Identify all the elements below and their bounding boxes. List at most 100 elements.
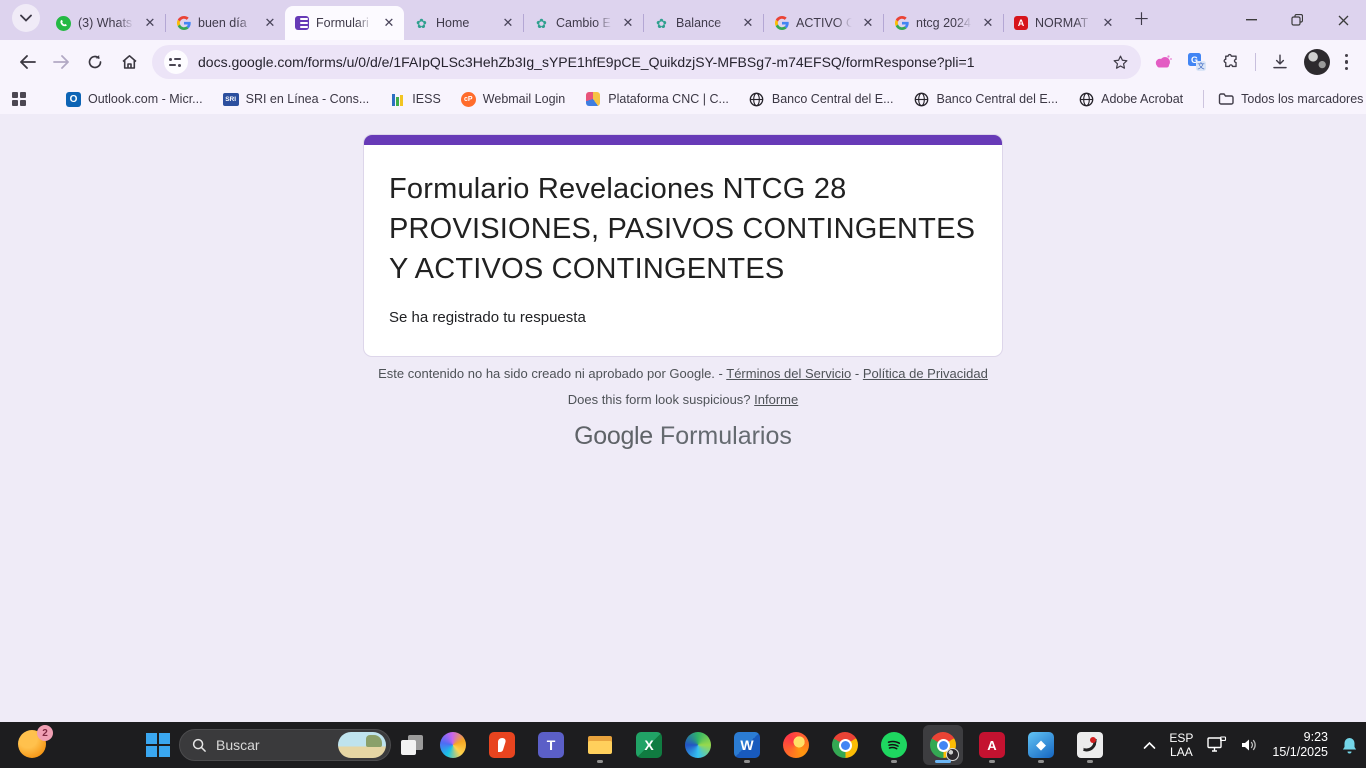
volume-icon[interactable] xyxy=(1240,737,1259,753)
privacy-policy-link[interactable]: Política de Privacidad xyxy=(863,366,988,381)
apps-grid-icon[interactable] xyxy=(12,92,26,106)
tab-search-button[interactable] xyxy=(12,4,40,32)
tab-close-icon[interactable]: ✕ xyxy=(740,15,756,31)
tab-cambio[interactable]: ✿ Cambio E ✕ xyxy=(524,6,643,40)
clock[interactable]: 9:23 15/1/2025 xyxy=(1272,730,1328,760)
webapp-flower-icon: ✿ xyxy=(534,16,549,31)
profile-avatar[interactable] xyxy=(1304,49,1330,75)
tab-ntcg[interactable]: ntcg 2024 ✕ xyxy=(884,6,1003,40)
home-button[interactable] xyxy=(112,45,146,79)
bookmark-adobe-acrobat[interactable]: Adobe Acrobat xyxy=(1078,91,1183,107)
terms-of-service-link[interactable]: Términos del Servicio xyxy=(726,366,851,381)
restore-button[interactable] xyxy=(1274,0,1320,40)
translate-icon[interactable]: G文 xyxy=(1188,53,1206,71)
tab-label: ACTIVO C xyxy=(796,16,853,30)
bookmark-sri[interactable]: SRI SRI en Línea - Cons... xyxy=(223,91,370,107)
tab-balance[interactable]: ✿ Balance ✕ xyxy=(644,6,763,40)
taskbar-app-teams[interactable]: T xyxy=(531,725,571,765)
taskbar-app-nitro-pdf[interactable] xyxy=(482,725,522,765)
google-forms-icon xyxy=(295,16,309,30)
tab-close-icon[interactable]: ✕ xyxy=(860,15,876,31)
taskbar-app-file-explorer[interactable] xyxy=(580,725,620,765)
site-info-icon[interactable] xyxy=(164,50,188,74)
close-window-button[interactable] xyxy=(1320,0,1366,40)
bookmark-outlook[interactable]: O Outlook.com - Micr... xyxy=(66,92,203,107)
nitro-pdf-icon xyxy=(489,732,515,758)
bookmark-iess[interactable]: IESS xyxy=(389,92,441,106)
tray-chevron-up-icon[interactable] xyxy=(1143,741,1156,750)
tab-home[interactable]: ✿ Home ✕ xyxy=(404,6,523,40)
back-button[interactable] xyxy=(10,45,44,79)
tab-close-icon[interactable]: ✕ xyxy=(142,15,158,31)
language-indicator[interactable]: ESP LAA xyxy=(1169,731,1193,759)
tab-close-icon[interactable]: ✕ xyxy=(500,15,516,31)
new-tab-button[interactable]: ＋ xyxy=(1133,5,1150,30)
bookmark-star-icon[interactable] xyxy=(1112,54,1129,71)
spotify-icon xyxy=(881,732,907,758)
extensions-puzzle-icon[interactable] xyxy=(1221,53,1240,72)
taskbar-app-java[interactable] xyxy=(1070,725,1110,765)
cpanel-icon: cP xyxy=(461,92,476,107)
search-highlight-image[interactable] xyxy=(338,732,386,758)
word-icon: W xyxy=(734,732,760,758)
tab-close-icon[interactable]: ✕ xyxy=(980,15,996,31)
pdf-icon: A xyxy=(1014,16,1028,30)
tab-label: (3) Whats xyxy=(78,16,135,30)
taskbar-app-word[interactable]: W xyxy=(727,725,767,765)
weather-extension-icon[interactable] xyxy=(1153,54,1173,70)
tab-whatsapp[interactable]: (3) Whats ✕ xyxy=(46,6,165,40)
bookmark-cnc[interactable]: Plataforma CNC | C... xyxy=(585,91,729,107)
bookmark-banco-central-1[interactable]: Banco Central del E... xyxy=(749,91,894,107)
task-view-button[interactable] xyxy=(400,733,424,757)
toolbar-extensions: G文 xyxy=(1153,49,1349,75)
taskbar-app-spotify[interactable] xyxy=(874,725,914,765)
edge-icon xyxy=(685,732,711,758)
running-indicator xyxy=(1038,760,1044,763)
url-text[interactable]: docs.google.com/forms/u/0/d/e/1FAIpQLSc3… xyxy=(198,54,1102,70)
bookmark-webmail[interactable]: cP Webmail Login xyxy=(461,92,565,107)
report-abuse-link[interactable]: Informe xyxy=(754,392,798,407)
tab-close-icon[interactable]: ✕ xyxy=(381,15,397,31)
notification-bell-icon[interactable] xyxy=(1341,736,1358,755)
forward-button[interactable] xyxy=(44,45,78,79)
tab-activo[interactable]: ACTIVO C ✕ xyxy=(764,6,883,40)
menu-icon[interactable] xyxy=(1345,54,1349,71)
running-indicator xyxy=(744,760,750,763)
tab-close-icon[interactable]: ✕ xyxy=(262,15,278,31)
tab-formulario-active[interactable]: Formulari ✕ xyxy=(285,6,404,40)
bookmark-label: IESS xyxy=(412,92,441,106)
tab-close-icon[interactable]: ✕ xyxy=(620,15,636,31)
taskbar-app-firefox[interactable] xyxy=(776,725,816,765)
taskbar-app-copilot[interactable] xyxy=(433,725,473,765)
reload-button[interactable] xyxy=(78,45,112,79)
taskbar-app-excel[interactable]: X xyxy=(629,725,669,765)
network-icon[interactable] xyxy=(1206,736,1227,754)
tab-buen-dia[interactable]: buen día ✕ xyxy=(166,6,285,40)
downloads-icon[interactable] xyxy=(1271,53,1289,71)
tab-label: NORMAT xyxy=(1035,16,1093,30)
iess-icon xyxy=(389,93,405,106)
tab-label: Home xyxy=(436,16,493,30)
taskbar-app-edge[interactable] xyxy=(678,725,718,765)
globe-icon xyxy=(914,91,930,107)
tab-normativa[interactable]: A NORMAT ✕ xyxy=(1004,6,1123,40)
chevron-down-icon xyxy=(20,14,32,22)
search-icon xyxy=(192,738,207,753)
taskbar-app-chrome-active[interactable] xyxy=(923,725,963,765)
taskbar-app-photos[interactable]: ◆ xyxy=(1021,725,1061,765)
taskbar-search-input[interactable]: Buscar xyxy=(179,729,391,761)
bookmark-banco-central-2[interactable]: Banco Central del E... xyxy=(914,91,1059,107)
suspicious-text: Does this form look suspicious? xyxy=(568,392,751,407)
taskbar-app-chrome[interactable] xyxy=(825,725,865,765)
start-button[interactable] xyxy=(146,733,170,757)
taskbar-app-acrobat[interactable]: A xyxy=(972,725,1012,765)
bookmarks-divider xyxy=(1203,90,1204,108)
all-bookmarks-button[interactable]: Todos los marcadores xyxy=(1218,91,1363,107)
address-bar[interactable]: docs.google.com/forms/u/0/d/e/1FAIpQLSc3… xyxy=(152,45,1141,79)
google-icon xyxy=(176,16,191,31)
globe-icon xyxy=(1078,91,1094,107)
tab-close-icon[interactable]: ✕ xyxy=(1100,15,1116,31)
minimize-button[interactable] xyxy=(1228,0,1274,40)
tray-time: 9:23 xyxy=(1272,730,1328,745)
widgets-weather-icon[interactable]: 2 xyxy=(18,730,46,758)
